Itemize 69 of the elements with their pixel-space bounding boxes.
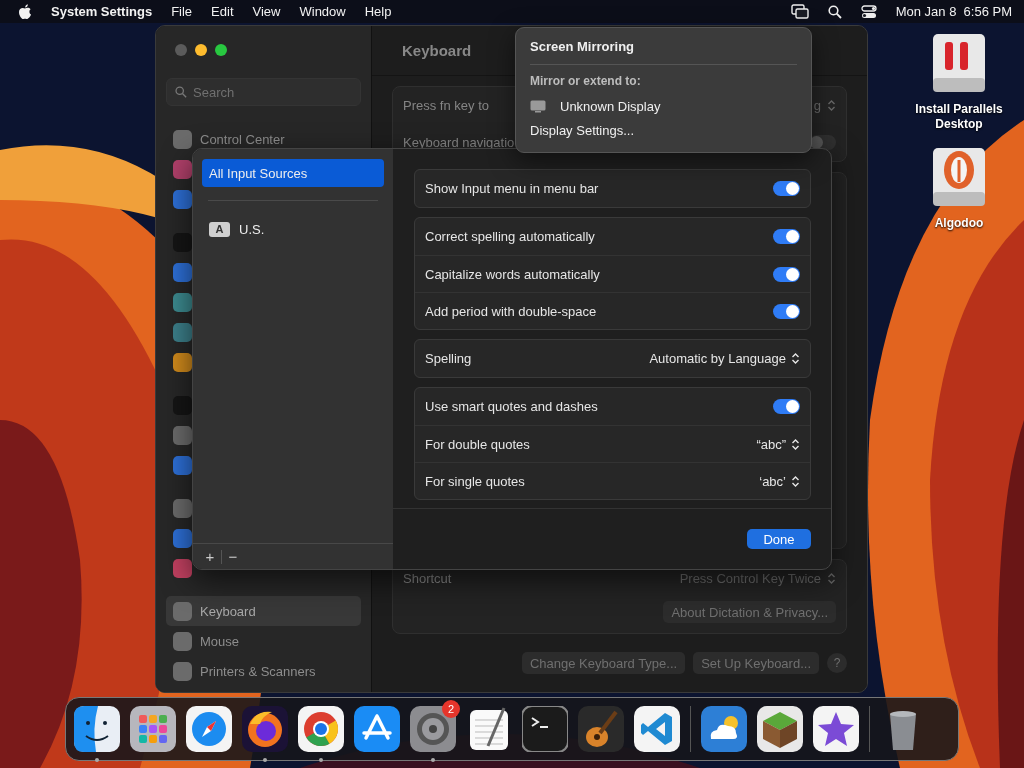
row-label: Spelling	[425, 351, 472, 366]
search-field[interactable]: Search	[166, 78, 361, 106]
row-label: Shortcut	[403, 571, 452, 586]
popup-button[interactable]: Automatic by Language	[649, 351, 800, 366]
ribbon-icon[interactable]	[634, 706, 680, 752]
popup-button[interactable]: “abc”	[756, 436, 800, 452]
toggle-switch[interactable]	[773, 303, 800, 319]
gear-icon[interactable]	[410, 706, 456, 752]
menu-bar-clock[interactable]: Mon Jan 8 6:56 PM	[895, 4, 1012, 19]
source-label: All Input Sources	[209, 165, 308, 181]
menu-item[interactable]: Edit	[211, 4, 234, 19]
menu-item[interactable]: Help	[364, 4, 392, 19]
source-item[interactable]: A U.S.	[202, 215, 384, 243]
row-label: Use smart quotes and dashes	[425, 399, 598, 414]
search-icon[interactable]	[827, 4, 842, 19]
menu-item[interactable]: Window	[299, 4, 346, 19]
row-label: For double quotes	[425, 436, 530, 452]
sidebar-item[interactable]: Keyboard	[166, 596, 361, 626]
display-item[interactable]: Unknown Display	[560, 98, 661, 114]
menu-item[interactable]: File	[171, 4, 193, 19]
search-input[interactable]: Search	[193, 79, 352, 105]
cloud-icon[interactable]	[701, 706, 747, 752]
row-label: Press fn key to	[403, 98, 489, 113]
zoom-icon[interactable]	[215, 44, 227, 56]
toggle-switch[interactable]	[773, 181, 800, 196]
popup-button[interactable]: ‘abc’	[759, 473, 800, 489]
row-label: Add period with double-space	[425, 303, 597, 319]
add-button[interactable]: +	[199, 546, 221, 567]
grass-block-icon[interactable]	[757, 706, 803, 752]
stepper-icon	[791, 437, 800, 451]
face-icon[interactable]	[74, 706, 120, 752]
layout-badge: A	[209, 221, 230, 237]
stepper-icon	[827, 572, 836, 585]
notification-badge: 2	[442, 700, 460, 718]
row-label: Keyboard navigatio	[403, 135, 515, 150]
compass-icon[interactable]	[186, 706, 232, 752]
remove-button[interactable]: −	[222, 546, 244, 567]
row-label: Capitalize words automatically	[425, 266, 600, 282]
toggle-switch[interactable]	[773, 399, 800, 414]
source-label: U.S.	[239, 221, 265, 237]
search-icon	[175, 86, 187, 98]
grid-icon[interactable]	[130, 706, 176, 752]
minimize-icon[interactable]	[195, 44, 207, 56]
toggle-switch[interactable]	[773, 266, 800, 282]
control-center-icon[interactable]	[860, 4, 877, 19]
source-item[interactable]: All Input Sources	[202, 159, 384, 187]
app-name-menu[interactable]: System Settings	[51, 4, 153, 19]
apple-icon[interactable]	[18, 3, 32, 20]
sidebar-item[interactable]: Printers & Scanners	[166, 656, 361, 686]
sidebar-item[interactable]: Mouse	[166, 626, 361, 656]
monitor-icon	[530, 99, 546, 113]
ring-icon[interactable]	[298, 706, 344, 752]
guitar-icon[interactable]	[578, 706, 624, 752]
row-label: For single quotes	[425, 473, 525, 489]
done-button[interactable]: Done	[747, 529, 811, 549]
stepper-icon	[827, 99, 836, 112]
fox-globe-icon[interactable]	[242, 706, 288, 752]
desktop-icon-label[interactable]: Install Parallels Desktop	[900, 102, 1018, 132]
popover-title: Screen Mirroring	[530, 39, 636, 54]
display-settings-link[interactable]: Display Settings...	[530, 123, 797, 138]
stepper-icon	[791, 474, 800, 488]
terminal-icon[interactable]	[522, 706, 568, 752]
section-label: Mirror or extend to:	[530, 74, 642, 88]
screen-mirroring-icon[interactable]	[790, 4, 809, 19]
stepper-icon	[791, 352, 800, 365]
toggle-switch[interactable]	[773, 229, 800, 244]
menu-item[interactable]: View	[252, 4, 281, 19]
row-label: Show Input menu in menu bar	[425, 181, 599, 196]
row-label: Correct spelling automatically	[425, 229, 595, 244]
